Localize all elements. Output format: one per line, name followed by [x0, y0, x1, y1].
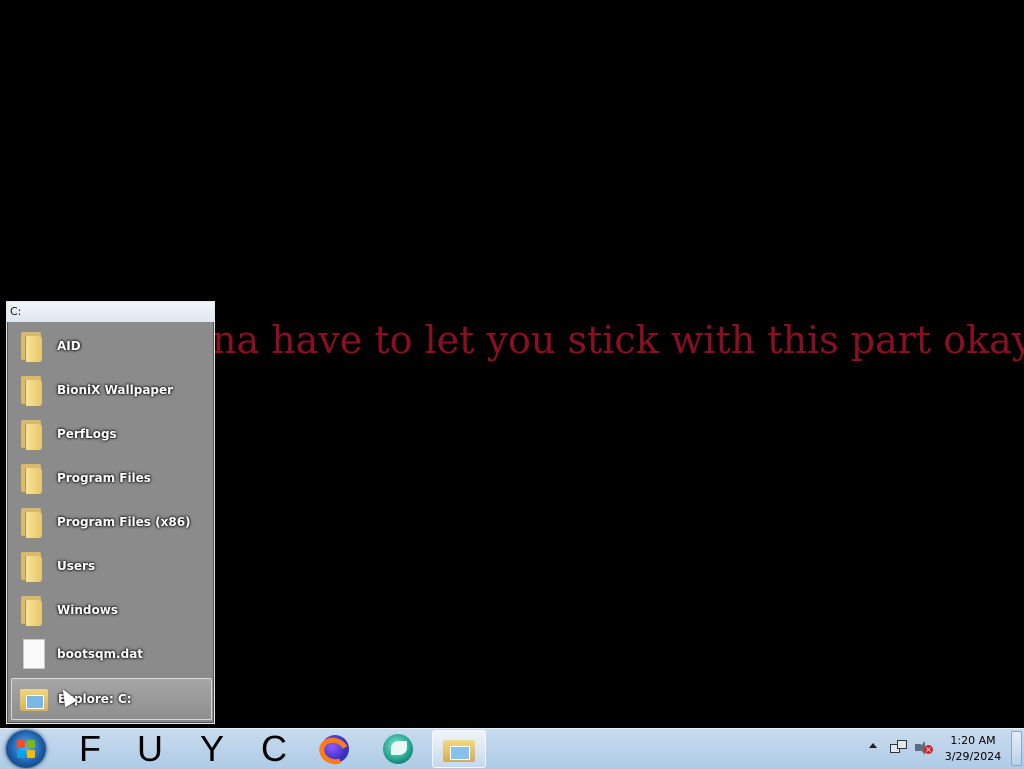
menu-item-bootsqm-dat[interactable]: bootsqm.dat [11, 634, 210, 674]
show-hidden-icons-arrow-icon[interactable] [869, 743, 877, 748]
taskbar-clock[interactable]: 1:20 AM 3/29/2024 [940, 733, 1006, 765]
volume-muted-icon[interactable]: × [914, 740, 933, 756]
folder-icon [17, 330, 47, 362]
folder-icon [17, 506, 47, 538]
start-button[interactable] [6, 730, 46, 768]
folder-icon [17, 462, 47, 494]
menu-item-users[interactable]: Users [11, 546, 210, 586]
menu-item-windows[interactable]: Windows [11, 590, 210, 630]
clock-time: 1:20 AM [950, 734, 996, 747]
windows-logo-icon [17, 740, 35, 758]
menu-item-label: Program Files (x86) [57, 515, 191, 529]
taskbar-pinned-c[interactable]: C [250, 731, 298, 767]
folder-icon [17, 418, 47, 450]
firefox-icon[interactable] [315, 733, 354, 769]
wallpaper-text: na have to let you stick with this part … [212, 318, 1024, 362]
taskbar: F U Y C × 1:20 AM 3/29/2024 [0, 728, 1024, 769]
explore-c-button[interactable]: Explore: C: [11, 678, 212, 720]
menu-item-bionix-wallpaper[interactable]: BioniX Wallpaper [11, 370, 210, 410]
menu-item-aid[interactable]: AID [11, 326, 210, 366]
bionix-icon[interactable] [381, 733, 417, 767]
windows-explorer-icon[interactable] [432, 730, 486, 768]
folder-icon [17, 550, 47, 582]
menu-header: C: [7, 302, 214, 322]
folder-icon [17, 594, 47, 626]
folder-icon [17, 374, 47, 406]
menu-item-label: BioniX Wallpaper [57, 383, 174, 397]
show-desktop-button[interactable] [1011, 731, 1022, 766]
clock-date: 3/29/2024 [944, 750, 1002, 763]
menu-item-program-files-x86[interactable]: Program Files (x86) [11, 502, 210, 542]
menu-item-perflogs[interactable]: PerfLogs [11, 414, 210, 454]
menu-item-label: Users [57, 559, 96, 573]
menu-item-label: Windows [57, 603, 118, 617]
menu-item-label: Program Files [57, 471, 151, 485]
file-icon [17, 638, 47, 670]
menu-item-program-files[interactable]: Program Files [11, 458, 210, 498]
menu-item-label: AID [57, 339, 81, 353]
network-icon[interactable] [890, 740, 907, 754]
menu-item-label: bootsqm.dat [57, 647, 144, 661]
taskbar-pinned-y[interactable]: Y [188, 731, 236, 767]
windows-explorer-icon [18, 683, 48, 715]
menu-item-label: PerfLogs [57, 427, 117, 441]
taskbar-pinned-f[interactable]: F [66, 731, 114, 767]
taskbar-pinned-u[interactable]: U [126, 731, 174, 767]
folder-jump-menu: C: AID BioniX Wallpaper PerfLogs Program… [6, 301, 215, 724]
